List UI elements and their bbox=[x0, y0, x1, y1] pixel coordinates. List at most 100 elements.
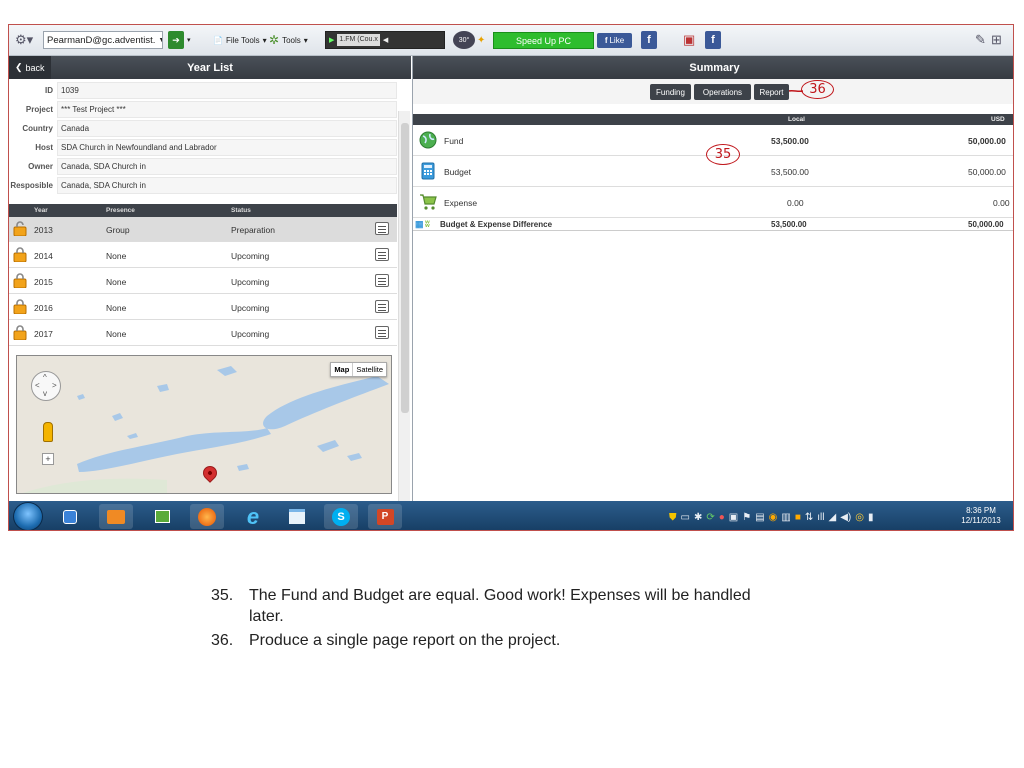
field-label: Project bbox=[25, 105, 53, 114]
facebook-like-button[interactable]: f Like bbox=[597, 33, 632, 48]
login-arrow-icon[interactable]: ➔ bbox=[168, 31, 184, 49]
annotation-label: 35 bbox=[714, 147, 732, 162]
wrench-icon[interactable]: ✎ bbox=[975, 31, 986, 49]
facebook-notification-icon[interactable]: f bbox=[705, 31, 721, 49]
zoom-in-button[interactable]: + bbox=[42, 453, 54, 465]
signal-icon[interactable]: ıll bbox=[817, 512, 824, 523]
chevron-down-icon[interactable]: ▾ bbox=[187, 31, 191, 49]
firefox-icon[interactable] bbox=[190, 504, 224, 529]
field-label: Owner bbox=[28, 162, 53, 171]
spreadsheet-icon[interactable] bbox=[145, 504, 179, 529]
internet-explorer-icon[interactable]: e bbox=[236, 504, 270, 529]
alert-icon[interactable]: ● bbox=[719, 512, 725, 523]
tools-label: Tools bbox=[282, 35, 301, 45]
field-label: Resposible bbox=[10, 181, 53, 190]
radio-player[interactable]: ▶ 1.FM (Cou.x ◀ bbox=[325, 31, 445, 49]
pan-up-icon[interactable]: ^ bbox=[43, 373, 47, 382]
tab-operations[interactable]: Operations bbox=[694, 84, 751, 100]
table-row[interactable]: 2015 None Upcoming bbox=[9, 269, 397, 294]
start-button[interactable] bbox=[13, 502, 43, 530]
column-usd: USD bbox=[991, 116, 1005, 123]
globe-icon bbox=[419, 131, 437, 149]
field-value[interactable]: 1039 bbox=[57, 82, 397, 99]
table-row[interactable]: 2013 Group Preparation bbox=[9, 217, 397, 242]
puzzle-icon[interactable]: ✦ bbox=[477, 31, 485, 49]
file-tools-menu[interactable]: 📄 File Tools ▾ bbox=[213, 31, 267, 49]
table-row[interactable]: 2014 None Upcoming bbox=[9, 243, 397, 268]
notepad-icon[interactable] bbox=[280, 504, 314, 529]
map-view-button[interactable]: Map bbox=[331, 363, 354, 376]
pan-right-icon[interactable]: > bbox=[52, 381, 57, 390]
instruction-list: 35. The Fund and Budget are equal. Good w… bbox=[211, 585, 771, 654]
status-cell: Upcoming bbox=[231, 277, 270, 287]
gift-icon[interactable]: ▣ bbox=[683, 31, 695, 49]
notepad-tray-icon[interactable]: ▥ bbox=[781, 512, 790, 523]
facebook-share-icon[interactable]: f bbox=[641, 31, 657, 49]
location-map[interactable]: Map Satellite ^ < > v + bbox=[16, 355, 392, 494]
speed-up-pc-button[interactable]: Speed Up PC bbox=[493, 32, 594, 49]
lock-icon bbox=[13, 325, 27, 341]
volume-icon[interactable]: ◀) bbox=[840, 512, 851, 523]
tab-report[interactable]: Report bbox=[754, 84, 789, 100]
menu-icon[interactable] bbox=[375, 300, 389, 313]
monitor-icon[interactable]: ▤ bbox=[755, 512, 764, 523]
account-label: PearmanD@gc.adventist. bbox=[47, 34, 156, 46]
display-icon[interactable]: ▣ bbox=[729, 512, 738, 523]
menu-icon[interactable] bbox=[375, 274, 389, 287]
shield-icon[interactable]: ⛊ bbox=[669, 512, 677, 523]
bluetooth-icon[interactable]: ✱ bbox=[694, 512, 702, 523]
table-row[interactable]: 2016 None Upcoming bbox=[9, 295, 397, 320]
pan-left-icon[interactable]: < bbox=[35, 381, 40, 390]
field-value[interactable]: Canada bbox=[57, 120, 397, 137]
tab-funding[interactable]: Funding bbox=[650, 84, 691, 100]
weather-icon[interactable]: 30° bbox=[453, 31, 475, 49]
updates-icon[interactable]: ◉ bbox=[769, 512, 778, 523]
file-tools-label: File Tools bbox=[225, 35, 260, 45]
skype-icon[interactable]: S bbox=[324, 504, 358, 529]
clock[interactable]: 8:36 PM 12/11/2013 bbox=[953, 506, 1009, 526]
street-view-pegman-icon[interactable] bbox=[43, 422, 53, 442]
scrollbar-thumb[interactable] bbox=[401, 123, 409, 413]
vertical-scrollbar[interactable] bbox=[398, 111, 410, 501]
tools-menu[interactable]: ✲ Tools ▾ bbox=[269, 31, 308, 49]
usb-icon[interactable]: ⇅ bbox=[805, 512, 813, 523]
wifi-icon[interactable]: ◢ bbox=[829, 512, 837, 523]
add-icon[interactable]: ⊞ bbox=[991, 31, 1002, 49]
pan-control[interactable]: ^ < > v bbox=[31, 371, 61, 401]
summary-row-expense[interactable]: Expense 0.00 0.00 bbox=[413, 187, 1013, 218]
note-text: Produce a single page report on the proj… bbox=[249, 632, 561, 649]
field-value[interactable]: Canada, SDA Church in bbox=[57, 158, 397, 175]
back-button[interactable]: ❮ back bbox=[9, 56, 51, 79]
powerpoint-icon[interactable]: P bbox=[368, 504, 402, 529]
field-label: Country bbox=[22, 124, 53, 133]
field-value[interactable]: SDA Church in Newfoundland and Labrador bbox=[57, 139, 397, 156]
menu-icon[interactable] bbox=[375, 248, 389, 261]
power-icon[interactable]: ▮ bbox=[868, 512, 874, 523]
speed-up-label: Speed Up PC bbox=[515, 35, 572, 46]
field-owner: Owner Canada, SDA Church in bbox=[9, 157, 397, 176]
annotation-label: 36 bbox=[809, 82, 826, 97]
field-value[interactable]: *** Test Project *** bbox=[57, 101, 397, 118]
local-value: 53,500.00 bbox=[771, 220, 807, 229]
sync-icon[interactable]: ⟳ bbox=[706, 512, 714, 523]
network-icon[interactable]: ▭ bbox=[681, 512, 690, 523]
outlook-tray-icon[interactable]: ■ bbox=[795, 512, 801, 523]
menu-icon[interactable] bbox=[375, 222, 389, 235]
satellite-view-button[interactable]: Satellite bbox=[353, 363, 386, 376]
volume-icon: ◀ bbox=[382, 37, 389, 44]
outlook-icon[interactable] bbox=[99, 504, 133, 529]
presence-cell: None bbox=[106, 329, 127, 339]
year-list-header: ❮ back Year List bbox=[9, 56, 411, 79]
table-row[interactable]: 2017 None Upcoming bbox=[9, 321, 397, 346]
field-value[interactable]: Canada, SDA Church in bbox=[57, 177, 397, 194]
menu-icon[interactable] bbox=[375, 326, 389, 339]
media-player-icon[interactable] bbox=[53, 504, 87, 529]
browser-toolbar: ⚙▾ PearmanD@gc.adventist.▼ ➔ ▾ 📄File Too… bbox=[9, 25, 1013, 56]
chrome-icon[interactable]: ◎ bbox=[855, 512, 864, 523]
account-dropdown[interactable]: PearmanD@gc.adventist.▼ bbox=[43, 31, 163, 49]
flag-icon[interactable]: ⚑ bbox=[742, 512, 751, 523]
gear-icon[interactable]: ⚙▾ bbox=[15, 31, 33, 49]
pan-down-icon[interactable]: v bbox=[43, 389, 47, 398]
summary-row-difference[interactable]: ▦ ʬ Budget & Expense Difference 53,500.0… bbox=[413, 218, 1013, 231]
lock-icon bbox=[13, 247, 27, 263]
